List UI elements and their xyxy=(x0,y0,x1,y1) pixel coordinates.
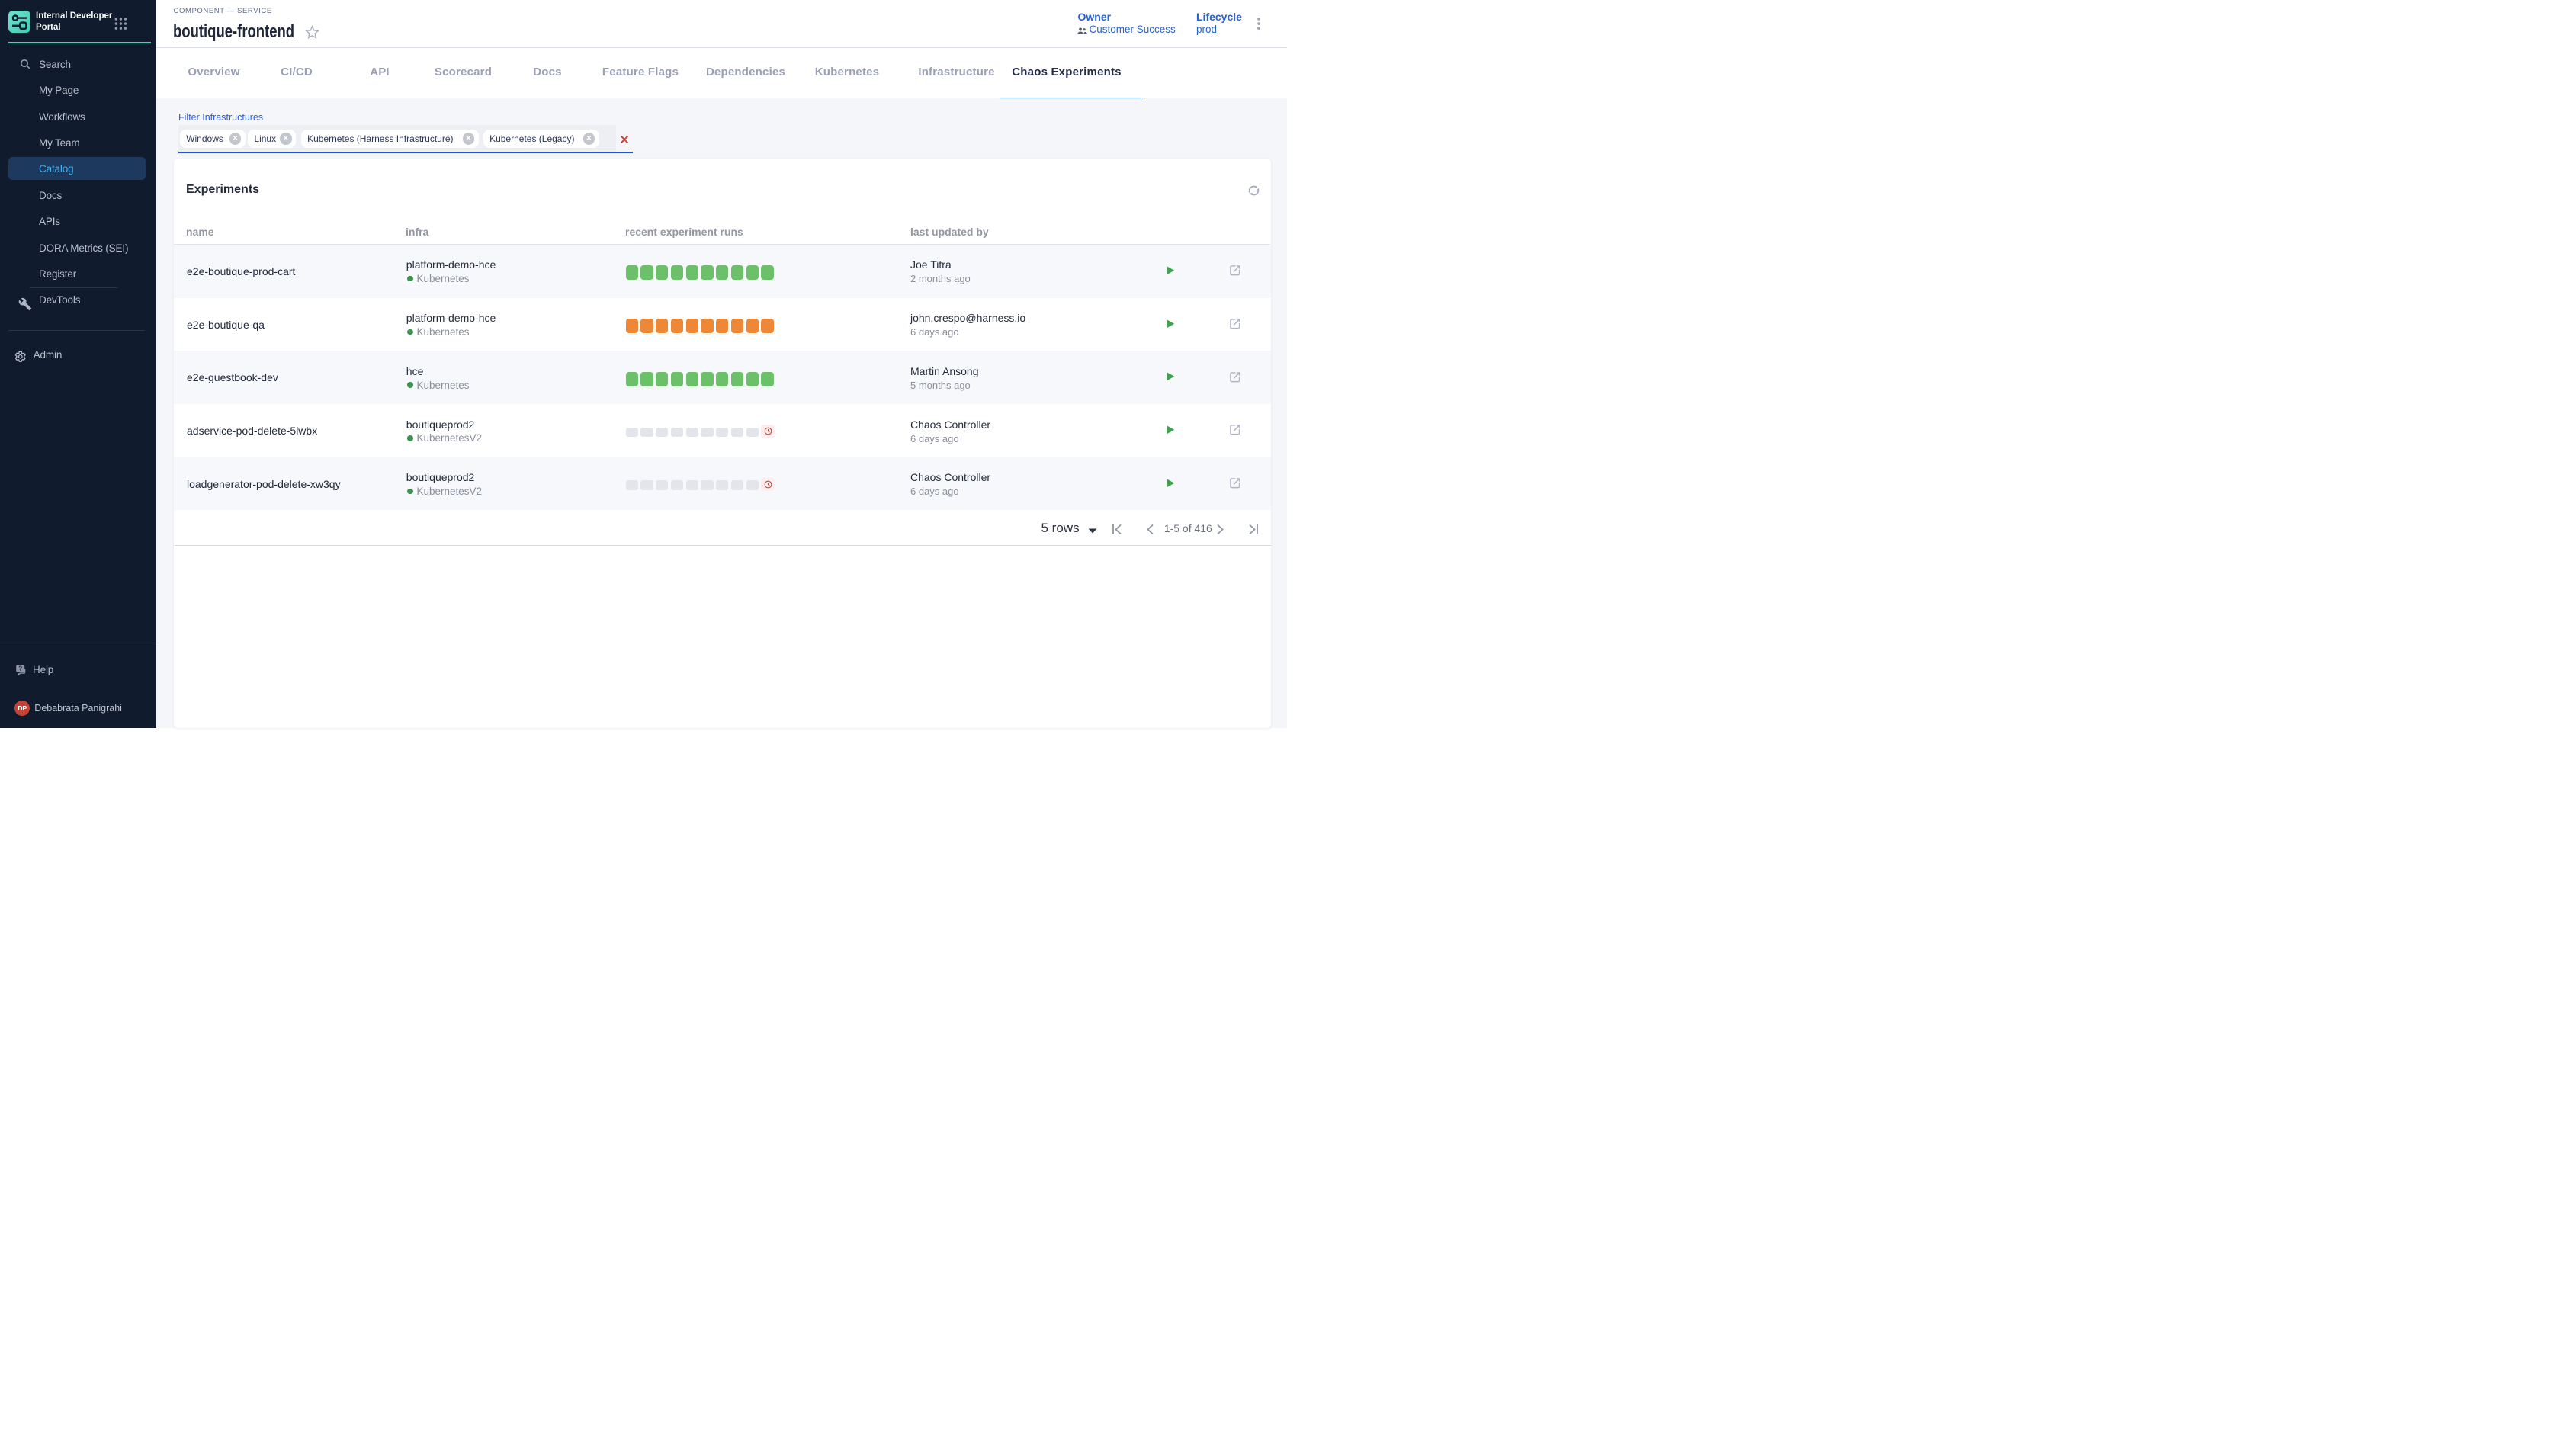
svg-text:?: ? xyxy=(18,665,22,672)
